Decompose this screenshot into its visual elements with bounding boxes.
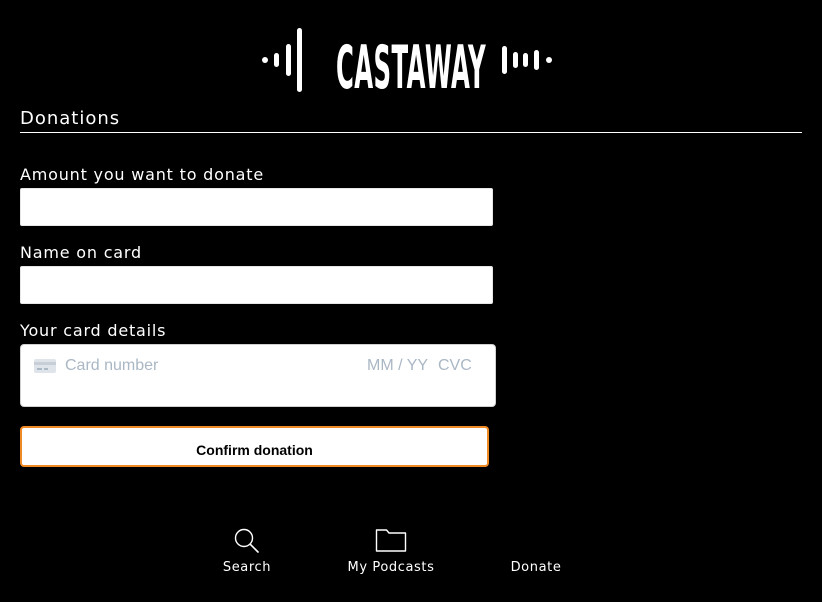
donations-page: CASTAWAY Donations Amount you want to do… (0, 0, 822, 602)
card-expiry-input[interactable]: MM / YY (367, 357, 428, 375)
card-cvc-input[interactable]: CVC (438, 357, 472, 375)
nav-label-search: Search (222, 560, 272, 575)
nav-item-donate[interactable]: Donate (500, 524, 572, 575)
card-number-input[interactable]: Card number (65, 357, 158, 375)
brand-logo[interactable]: CASTAWAY (0, 24, 822, 96)
nav-item-my-podcasts[interactable]: My Podcasts (342, 524, 440, 575)
name-on-card-label: Name on card (20, 243, 142, 262)
amount-input[interactable] (20, 188, 493, 226)
name-on-card-input[interactable] (20, 266, 493, 304)
amount-label: Amount you want to donate (20, 165, 264, 184)
title-divider (20, 132, 802, 133)
bottom-nav: Search My Podcasts Donate (0, 524, 822, 584)
card-details-field[interactable]: Card number MM / YY CVC (20, 344, 496, 407)
card-details-label: Your card details (20, 321, 167, 340)
waveform-left-icon (262, 28, 302, 92)
confirm-donation-button[interactable]: Confirm donation (20, 426, 489, 467)
credit-card-icon (34, 359, 56, 373)
search-icon (234, 528, 259, 553)
nav-label-donate: Donate (510, 560, 562, 575)
nav-label-my-podcasts: My Podcasts (347, 560, 435, 575)
page-title: Donations (20, 108, 121, 129)
brand-wordmark: CASTAWAY (336, 33, 486, 96)
nav-item-search[interactable]: Search (212, 524, 282, 575)
donate-icon-placeholder (522, 524, 550, 554)
folder-icon (375, 529, 407, 552)
waveform-right-icon (502, 46, 552, 74)
